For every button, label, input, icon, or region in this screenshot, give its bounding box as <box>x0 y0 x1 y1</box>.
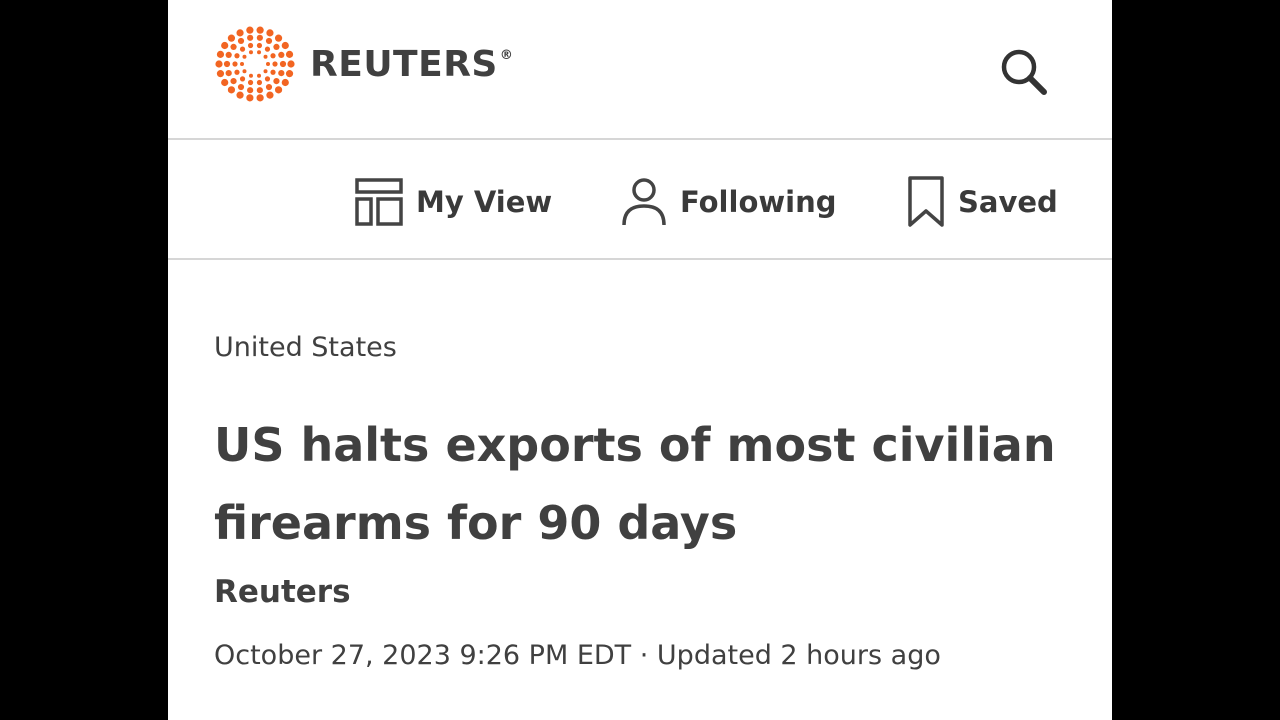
logo-dot <box>246 26 254 34</box>
logo-dot <box>278 51 285 58</box>
logo-dot <box>236 29 244 37</box>
logo-dot <box>266 29 274 37</box>
search-icon <box>1001 49 1047 95</box>
nav-item-my-view[interactable]: My View <box>354 174 552 230</box>
logo-dot <box>257 50 262 55</box>
logo-dot <box>263 69 268 74</box>
logo-dot <box>266 62 270 66</box>
logo-dot <box>225 70 232 77</box>
logo-dot <box>279 60 287 68</box>
logo-dot <box>234 53 240 59</box>
logo-dot <box>216 50 225 58</box>
section-label[interactable]: United States <box>214 332 397 363</box>
logo-dot <box>256 42 263 49</box>
logo-dot <box>266 91 274 99</box>
logo-dot <box>227 34 236 42</box>
logo-dot <box>248 73 253 78</box>
reuters-logo[interactable]: REUTERS ® <box>212 24 513 104</box>
logo-dot <box>236 91 244 99</box>
logo-dot <box>281 41 289 50</box>
logo-dot <box>239 46 246 52</box>
logo-dot <box>230 43 237 50</box>
logo-dot <box>221 41 229 50</box>
logo-dot <box>234 69 240 75</box>
logo-dot <box>274 86 283 94</box>
nav-label-following: Following <box>680 185 837 219</box>
logo-dot <box>265 83 273 91</box>
logo-dot <box>247 42 254 49</box>
nav-label-saved: Saved <box>958 185 1058 219</box>
article-headline: US halts exports of most civilian firear… <box>214 418 1056 550</box>
logo-dot <box>264 76 271 82</box>
nav-label-my-view: My View <box>416 185 553 219</box>
logo-dot <box>215 60 223 68</box>
logo-dot <box>285 50 294 58</box>
logo-dot <box>287 60 295 68</box>
logo-dot <box>273 78 280 85</box>
logo-dot <box>242 69 247 74</box>
logo-dot <box>278 70 285 77</box>
logo-dot <box>237 83 245 91</box>
logo-dot <box>240 62 244 66</box>
logo-dot <box>247 79 254 86</box>
logo-dot <box>263 54 268 59</box>
logo-dot <box>237 37 245 45</box>
logo-dot <box>232 61 238 67</box>
logo-dot <box>248 50 253 55</box>
logo-dot <box>270 53 276 59</box>
screenshot-frame: REUTERS ® My View Following Saved United… <box>168 0 1112 720</box>
logo-dot <box>285 70 294 78</box>
reuters-logo-mark-icon <box>215 26 295 102</box>
logo-dot <box>225 51 232 58</box>
logo-dot <box>256 34 263 41</box>
article-dateline: October 27, 2023 9:26 PM EDT · Updated 2… <box>214 640 941 671</box>
logo-dot <box>227 86 236 94</box>
logo-dot <box>270 69 276 75</box>
logo-dot <box>246 94 254 102</box>
logo-dot <box>256 94 264 102</box>
logo-wordmark: REUTERS ® <box>310 43 514 85</box>
site-header: REUTERS ® <box>168 0 1112 140</box>
logo-dot <box>256 79 263 86</box>
logo-dot <box>221 78 229 87</box>
logo-dot <box>247 34 254 41</box>
logo-dot <box>274 34 283 42</box>
logo-dot <box>247 87 254 94</box>
logo-dot <box>239 76 246 82</box>
logo-dot <box>216 70 225 78</box>
nav-item-saved[interactable]: Saved <box>906 174 1058 230</box>
logo-dot <box>242 54 247 59</box>
logo-dot <box>281 78 289 87</box>
search-button[interactable] <box>996 44 1052 100</box>
logo-dot <box>223 60 231 68</box>
logo-dot <box>273 43 280 50</box>
logo-dot <box>272 61 278 67</box>
logo-dot <box>256 87 263 94</box>
layout-icon <box>355 178 403 226</box>
person-icon <box>622 178 666 226</box>
logo-dot <box>230 78 237 85</box>
article-byline[interactable]: Reuters <box>214 574 351 610</box>
logo-dot <box>265 37 273 45</box>
logo-dot <box>257 73 262 78</box>
logo-dot <box>264 46 271 52</box>
logo-dot <box>256 26 264 34</box>
account-nav: My View Following Saved <box>168 140 1112 260</box>
nav-item-following[interactable]: Following <box>620 174 837 230</box>
bookmark-icon <box>908 176 944 227</box>
